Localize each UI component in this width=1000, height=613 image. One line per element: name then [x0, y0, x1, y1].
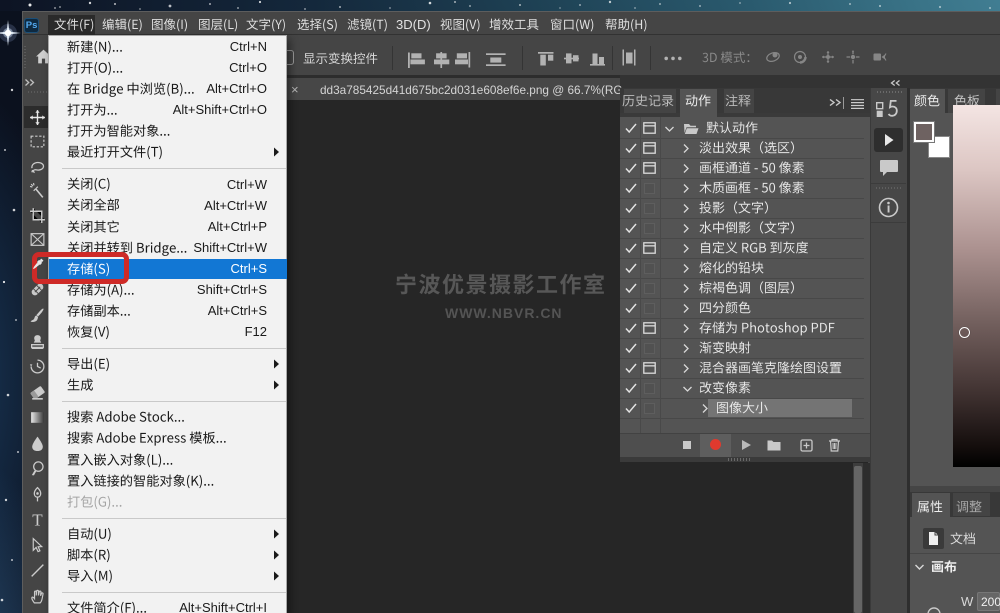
svg-text:T: T [32, 511, 43, 528]
